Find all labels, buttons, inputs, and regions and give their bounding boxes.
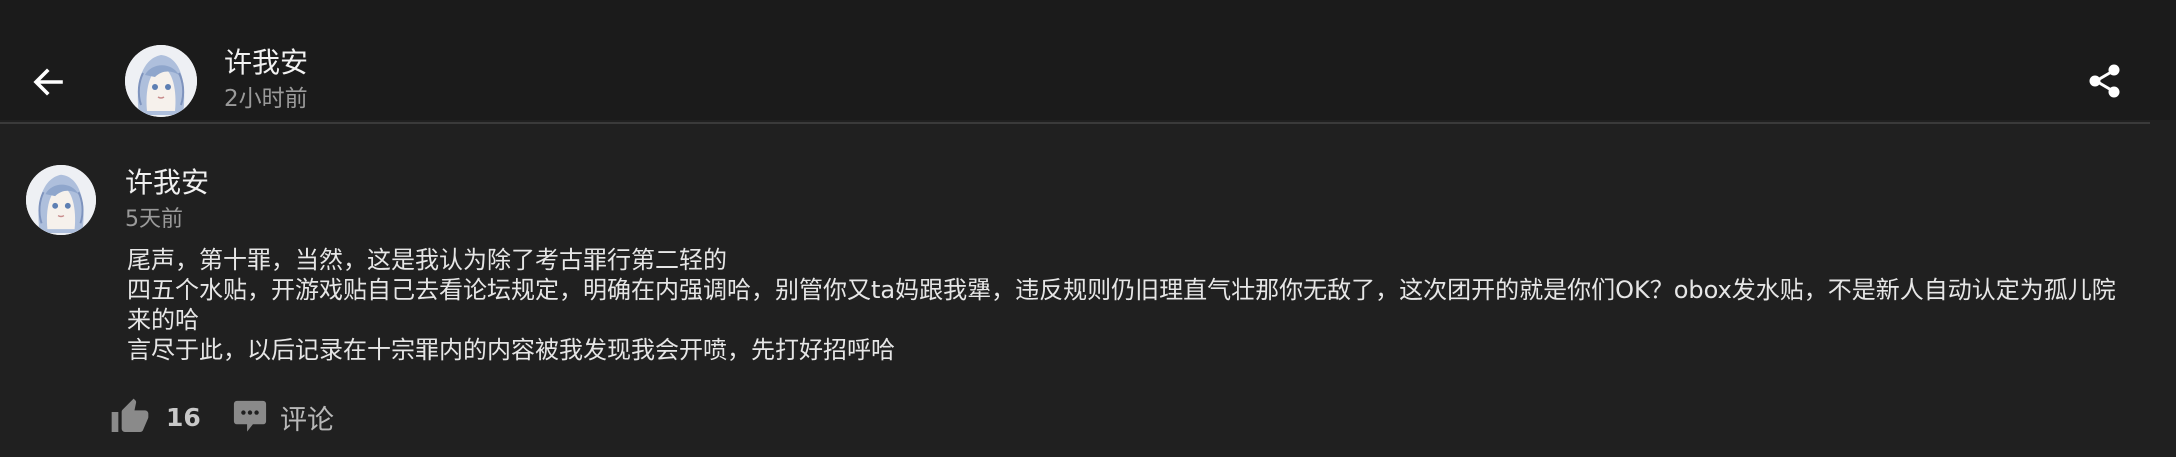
thumbs-up-icon: [111, 398, 149, 432]
back-button[interactable]: [28, 62, 68, 102]
header-divider: [0, 122, 2150, 124]
avatar-illustration-icon: [125, 45, 197, 117]
top-app-bar: 许我安 2小时前: [0, 0, 2176, 120]
arrow-left-icon: [33, 68, 63, 96]
comment-icon: [233, 400, 267, 432]
header-avatar[interactable]: [125, 45, 197, 117]
avatar-illustration-icon: [26, 165, 96, 235]
post-content-line: 尾声，第十罪，当然，这是我认为除了考古罪行第二轻的: [127, 246, 727, 274]
like-count: 16: [166, 402, 201, 432]
comment-label: 评论: [280, 404, 334, 436]
post-time: 5天前: [125, 207, 183, 232]
post-author-avatar[interactable]: [26, 165, 96, 235]
post-content-line: 言尽于此，以后记录在十宗罪内的内容被我发现我会开喷，先打好招呼哈: [127, 336, 895, 364]
like-button[interactable]: 16: [110, 395, 201, 439]
comment-button[interactable]: 评论: [232, 395, 334, 439]
header-author-name[interactable]: 许我安: [224, 46, 308, 80]
post-author-name[interactable]: 许我安: [125, 166, 209, 200]
post-content-line: 四五个水贴，开游戏贴自己去看论坛规定，明确在内强调哈，别管你又ta妈跟我犟，违反…: [127, 276, 2116, 334]
share-icon: [2089, 64, 2120, 98]
post-detail-screen: 许我安 2小时前 许我安 5天前 尾声，第十罪，当然，这是我认为除了考古罪行第二…: [0, 0, 2176, 457]
post-content: 尾声，第十罪，当然，这是我认为除了考古罪行第二轻的 四五个水贴，开游戏贴自己去看…: [127, 245, 2137, 365]
share-button[interactable]: [2085, 61, 2125, 101]
header-post-time: 2小时前: [224, 86, 308, 112]
